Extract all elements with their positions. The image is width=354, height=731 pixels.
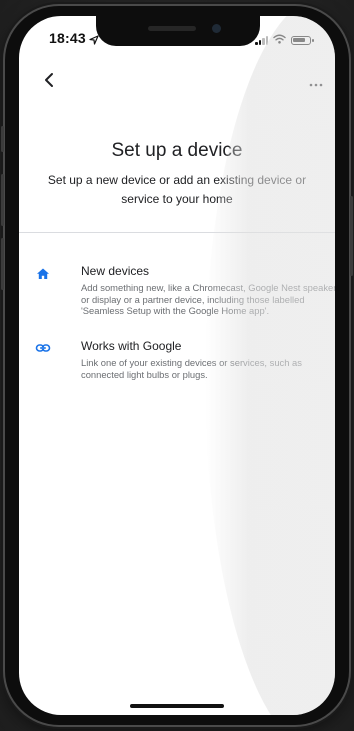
chevron-left-icon (43, 72, 55, 93)
device-mockup-background: 18:43 Set up a device Set up a new devic… (0, 0, 354, 731)
option-title: New devices (81, 264, 150, 278)
home-indicator[interactable] (130, 704, 224, 708)
cellular-signal-icon (255, 35, 268, 45)
page-subtitle: Set up a new device or add an existing d… (47, 173, 307, 206)
wifi-icon (273, 31, 286, 49)
option-description: Add something new, like a Chromecast, Go… (81, 282, 335, 316)
divider (19, 232, 335, 233)
status-time: 18:43 (49, 30, 86, 46)
option-works-with-google[interactable]: Works with Google Link one of your exist… (19, 336, 335, 396)
link-icon (35, 340, 51, 356)
phone-power-button (350, 196, 353, 276)
page-title: Set up a device (111, 140, 243, 161)
battery-icon (291, 35, 314, 45)
phone-notch (96, 16, 260, 46)
app-screen: 18:43 Set up a device Set up a new devic… (19, 16, 335, 715)
phone-volume-up-button (1, 174, 4, 226)
option-new-devices[interactable]: New devices Add something new, like a Ch… (19, 246, 335, 326)
option-description: Link one of your existing devices or ser… (81, 357, 302, 380)
phone-mute-switch (1, 126, 4, 152)
status-icons (255, 31, 314, 49)
more-horizontal-icon (309, 74, 323, 92)
phone-volume-down-button (1, 238, 4, 290)
option-title: Works with Google (81, 339, 182, 353)
location-arrow-icon (89, 32, 99, 50)
more-options-button[interactable] (305, 72, 327, 94)
home-icon (35, 266, 51, 282)
back-button[interactable] (37, 70, 61, 94)
